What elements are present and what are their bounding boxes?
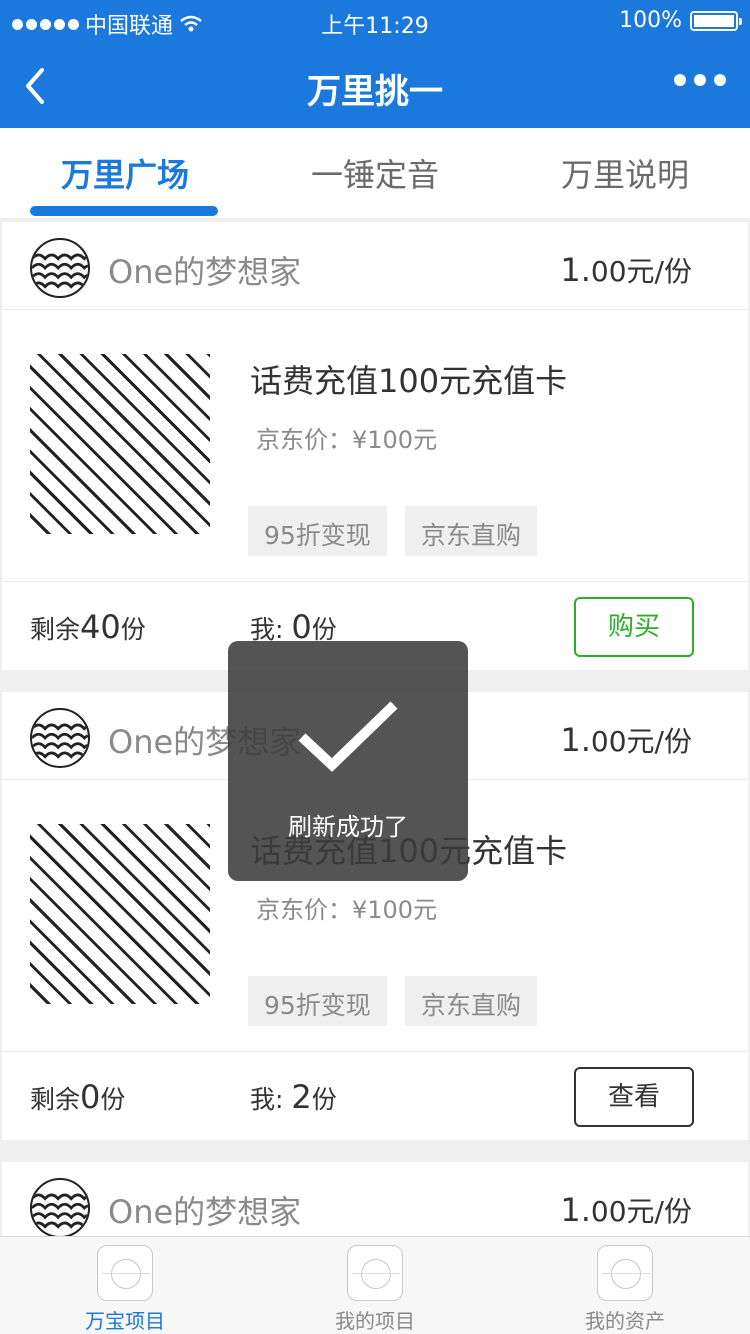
view-button[interactable]: 查看 <box>574 1067 694 1127</box>
more-icon[interactable] <box>674 74 726 86</box>
success-toast: 刷新成功了 <box>228 641 468 881</box>
product-image[interactable] <box>30 354 210 534</box>
remaining-label: 剩余 <box>30 1085 81 1114</box>
tab-final-decision[interactable]: 一锤定音 <box>250 128 500 218</box>
product-card[interactable]: One的梦想家 1.00元/份 <box>2 1162 748 1236</box>
seller-name: One的梦想家 <box>108 253 302 291</box>
jd-price: 京东价：¥100元 <box>256 426 438 454</box>
remaining-number: 0 <box>80 1078 101 1116</box>
checkmark-icon <box>298 701 398 772</box>
placeholder-app-icon <box>97 1245 153 1301</box>
page-title: 万里挑一 <box>307 72 443 112</box>
my-share-label: 我: <box>250 615 292 644</box>
my-share-unit: 份 <box>311 1085 337 1114</box>
jd-price: 京东价：¥100元 <box>256 896 438 924</box>
bottom-tab-bar: 万宝项目 我的项目 我的资产 <box>0 1236 750 1334</box>
remaining-count: 剩余0份 <box>30 1078 125 1116</box>
tabbar-item-my-projects[interactable]: 我的项目 <box>250 1237 500 1334</box>
segment-tabs: 万里广场 一锤定音 万里说明 <box>0 128 750 218</box>
status-bar: 中国联通 上午11:29 100% <box>0 0 750 44</box>
tabbar-label: 我的资产 <box>585 1309 665 1333</box>
my-share-number: 2 <box>291 1078 312 1116</box>
unit-price: 1.00元/份 <box>560 720 692 760</box>
tabbar-label: 万宝项目 <box>85 1309 165 1333</box>
my-share-count: 我: 2份 <box>250 1078 337 1116</box>
tabbar-item-my-assets[interactable]: 我的资产 <box>500 1237 750 1334</box>
price-integer: 1. <box>560 721 591 759</box>
buy-button[interactable]: 购买 <box>574 597 694 657</box>
price-integer: 1. <box>560 251 591 289</box>
unit-price: 1.00元/份 <box>560 1190 692 1230</box>
remaining-unit: 份 <box>120 615 146 644</box>
card-body[interactable]: 话费充值100元充值卡 京东价：¥100元 95折变现 京东直购 <box>2 310 748 582</box>
battery-percent: 100% <box>619 8 682 33</box>
tag-jd-direct: 京东直购 <box>405 506 538 556</box>
tab-wanli-square[interactable]: 万里广场 <box>0 128 250 218</box>
remaining-number: 40 <box>80 608 121 646</box>
my-share-unit: 份 <box>311 615 337 644</box>
price-rest: 00元/份 <box>590 1195 692 1228</box>
tag-jd-direct: 京东直购 <box>405 976 538 1026</box>
placeholder-app-icon <box>347 1245 403 1301</box>
seller-name: One的梦想家 <box>108 1193 302 1231</box>
tag-discount: 95折变现 <box>248 976 387 1026</box>
remaining-count: 剩余40份 <box>30 608 146 646</box>
tabbar-item-wanbao-projects[interactable]: 万宝项目 <box>0 1237 250 1334</box>
placeholder-app-icon <box>597 1245 653 1301</box>
tab-wanli-info[interactable]: 万里说明 <box>500 128 750 218</box>
remaining-unit: 份 <box>100 1085 126 1114</box>
my-share-label: 我: <box>250 1085 292 1114</box>
status-right: 100% <box>619 8 742 33</box>
tag-discount: 95折变现 <box>248 506 387 556</box>
product-image[interactable] <box>30 824 210 1004</box>
price-rest: 00元/份 <box>590 725 692 758</box>
nav-bar: 万里挑一 <box>0 44 750 128</box>
battery-icon <box>690 10 742 31</box>
card-header: One的梦想家 1.00元/份 <box>2 222 748 310</box>
remaining-label: 剩余 <box>30 615 81 644</box>
unit-price: 1.00元/份 <box>560 250 692 290</box>
card-footer: 剩余0份 我: 2份 查看 <box>2 1052 748 1140</box>
price-rest: 00元/份 <box>590 255 692 288</box>
product-card[interactable]: One的梦想家 1.00元/份 话费充值100元充值卡 京东价：¥100元 95… <box>2 222 748 670</box>
card-header: One的梦想家 1.00元/份 <box>2 1162 748 1236</box>
seller-avatar[interactable] <box>30 1178 90 1236</box>
seller-avatar[interactable] <box>30 238 90 298</box>
tabbar-label: 我的项目 <box>335 1309 415 1333</box>
price-integer: 1. <box>560 1191 591 1229</box>
toast-message: 刷新成功了 <box>288 813 408 841</box>
seller-avatar[interactable] <box>30 708 90 768</box>
product-name: 话费充值100元充值卡 <box>250 362 568 400</box>
